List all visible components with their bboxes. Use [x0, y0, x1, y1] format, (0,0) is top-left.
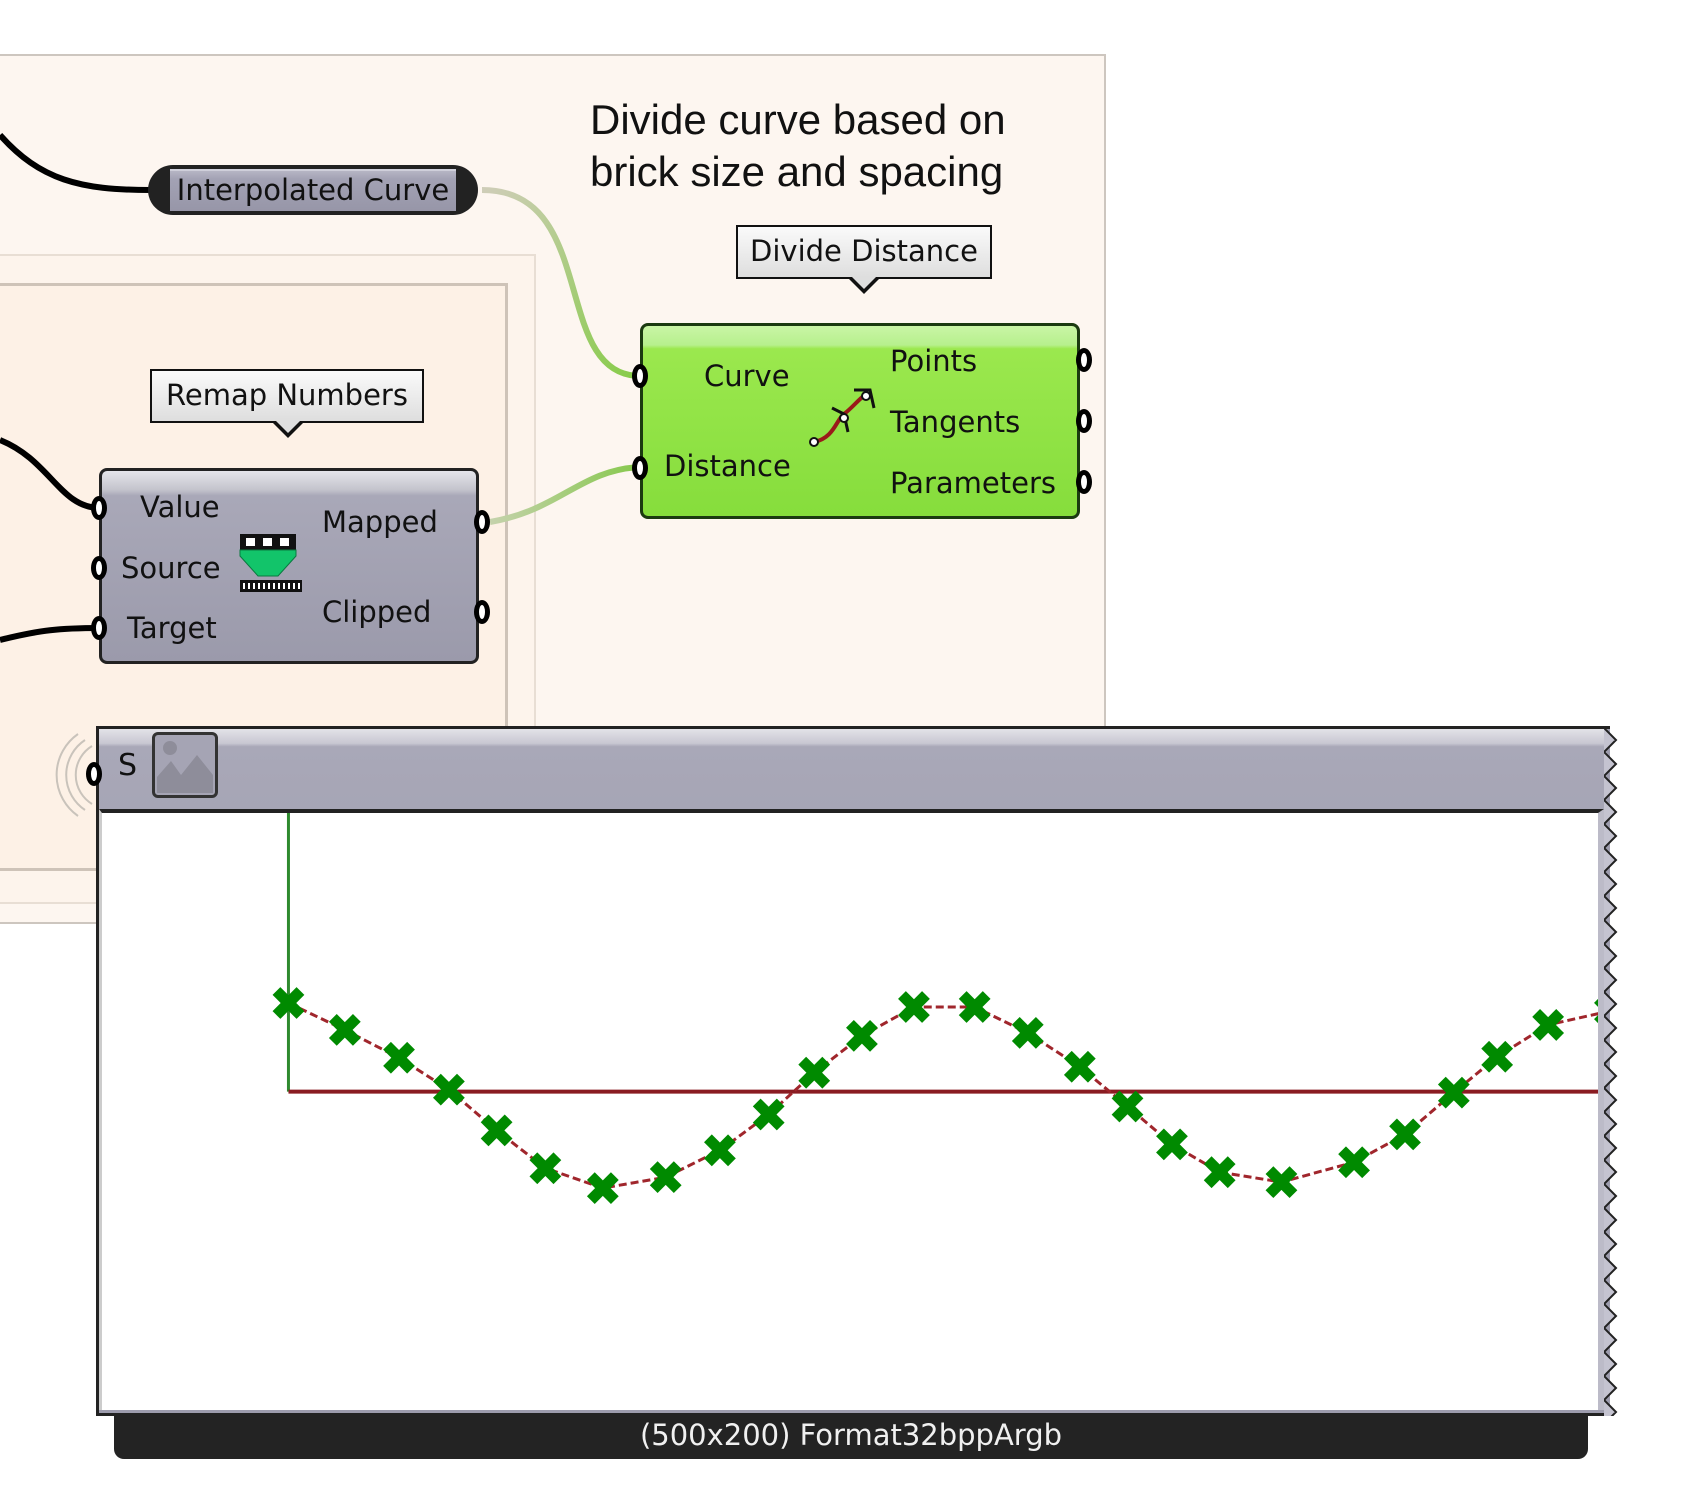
data-point-15 — [1063, 1050, 1096, 1083]
data-point-18 — [1203, 1156, 1236, 1189]
data-point-1 — [328, 1014, 361, 1046]
input-port-curve[interactable] — [632, 364, 648, 388]
input-port-s[interactable] — [86, 762, 102, 786]
wire-mapped-to-distance[interactable] — [489, 464, 641, 525]
data-point-14 — [1011, 1017, 1044, 1049]
data-point-2 — [383, 1041, 415, 1074]
remap-numbers-icon — [239, 534, 302, 592]
output-label-tangents: Tangents — [890, 405, 1021, 439]
input-port-source[interactable] — [91, 556, 107, 580]
data-point-24 — [1532, 1009, 1565, 1041]
interpolated-curve-label: Interpolated Curve — [170, 169, 456, 211]
image-viewer-header[interactable] — [99, 729, 1607, 809]
series-line — [287, 1001, 1696, 1190]
output-label-points: Points — [890, 344, 978, 378]
divide-distance-callout: Divide Distance — [736, 225, 992, 279]
remap-numbers-callout: Remap Numbers — [150, 369, 424, 423]
wire-curve-to-divide[interactable] — [481, 187, 641, 379]
data-point-5 — [529, 1152, 562, 1185]
data-point-23 — [1481, 1040, 1514, 1073]
data-point-9 — [752, 1098, 785, 1131]
divide-distance-icon — [809, 388, 876, 447]
chart-svg — [272, 813, 1696, 1205]
wire-into-target[interactable] — [0, 625, 101, 643]
output-label-parameters: Parameters — [890, 466, 1056, 500]
data-point-21 — [1389, 1118, 1421, 1151]
input-label-source: Source — [121, 551, 221, 585]
input-port-distance[interactable] — [632, 456, 648, 480]
data-point-10 — [798, 1056, 831, 1089]
input-label-value: Value — [140, 490, 220, 524]
input-label-target: Target — [127, 611, 217, 645]
data-point-17 — [1156, 1128, 1188, 1161]
output-port-clipped[interactable] — [474, 600, 490, 624]
remap-numbers-callout-tip — [272, 420, 304, 438]
input-label-distance: Distance — [664, 449, 791, 483]
wire-into-value[interactable] — [0, 437, 101, 511]
data-point-11 — [846, 1019, 878, 1052]
output-label-mapped: Mapped — [322, 505, 438, 539]
output-port-tangents[interactable] — [1076, 409, 1092, 433]
image-icon — [152, 732, 218, 798]
input-label-curve: Curve — [704, 359, 790, 393]
image-status-bar: (500x200) Format32bppArgb — [114, 1413, 1588, 1459]
output-port-parameters[interactable] — [1076, 470, 1092, 494]
data-point-20 — [1338, 1146, 1370, 1179]
data-point-12 — [898, 991, 930, 1023]
data-point-16 — [1111, 1090, 1144, 1123]
interpolated-curve-param[interactable]: Interpolated Curve — [148, 165, 478, 215]
input-label-s: S — [118, 748, 138, 783]
resize-handle[interactable] — [1604, 728, 1626, 1416]
data-point-8 — [704, 1134, 736, 1167]
output-port-mapped[interactable] — [474, 510, 490, 534]
input-port-value[interactable] — [91, 496, 107, 520]
output-label-clipped: Clipped — [322, 595, 432, 629]
resize-zigzag-edge[interactable] — [1604, 728, 1618, 1416]
wire-into-interpolated-curve[interactable] — [0, 133, 151, 193]
input-port-target[interactable] — [91, 616, 107, 640]
output-port-points[interactable] — [1076, 348, 1092, 372]
image-canvas — [99, 809, 1696, 1410]
data-point-4 — [480, 1114, 513, 1147]
divide-distance-callout-tip — [848, 276, 880, 294]
